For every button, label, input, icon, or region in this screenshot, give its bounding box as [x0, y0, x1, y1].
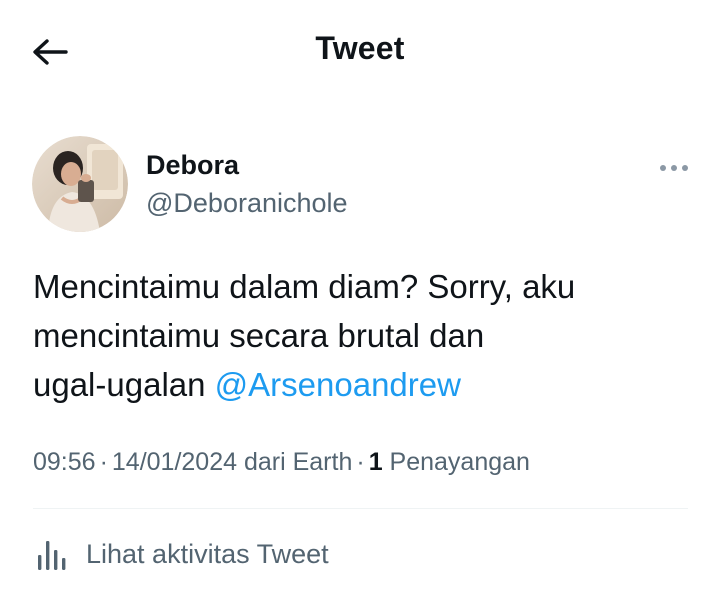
view-activity-label: Lihat aktivitas Tweet — [86, 538, 329, 569]
avatar-photo — [32, 136, 128, 232]
tweet-time[interactable]: 09:56 — [33, 448, 96, 476]
view-activity-button[interactable]: Lihat aktivitas Tweet — [36, 532, 329, 576]
tweet-text-line: mencintaimu secara brutal dan — [33, 317, 485, 354]
mention-link[interactable]: @Arsenoandrew — [215, 366, 461, 403]
tweet-text-line: ugal-ugalan @Arsenoandrew — [33, 360, 673, 409]
tweet-text: Mencintaimu dalam diam? Sorry, aku menci… — [33, 262, 673, 409]
separator: · — [99, 448, 108, 476]
separator: · — [356, 448, 365, 476]
divider — [33, 508, 688, 509]
avatar[interactable] — [32, 136, 128, 232]
views-label: Penayangan — [389, 448, 530, 476]
tweet-text-line: Mencintaimu dalam diam? Sorry, aku — [33, 268, 576, 305]
tweet-source: dari Earth — [243, 448, 353, 476]
bar-chart-icon — [38, 541, 66, 570]
author-handle[interactable]: @Deboranichole — [146, 188, 348, 219]
page-title: Tweet — [315, 30, 405, 66]
tweet-date[interactable]: 14/01/2024 — [112, 448, 237, 476]
header: Tweet — [0, 0, 720, 104]
views-count: 1 — [368, 448, 383, 476]
author-display-name[interactable]: Debora — [146, 150, 239, 181]
more-dots-icon — [660, 165, 688, 171]
tweet-detail-page: Tweet Debora @Deboranichole Mencintaimu … — [0, 0, 720, 592]
more-options-button[interactable] — [656, 156, 692, 180]
tweet-meta: 09:56 · 14/01/2024 dari Earth · 1 Penayangan — [33, 448, 530, 477]
tweet-text-segment: ugal-ugalan — [33, 366, 206, 403]
